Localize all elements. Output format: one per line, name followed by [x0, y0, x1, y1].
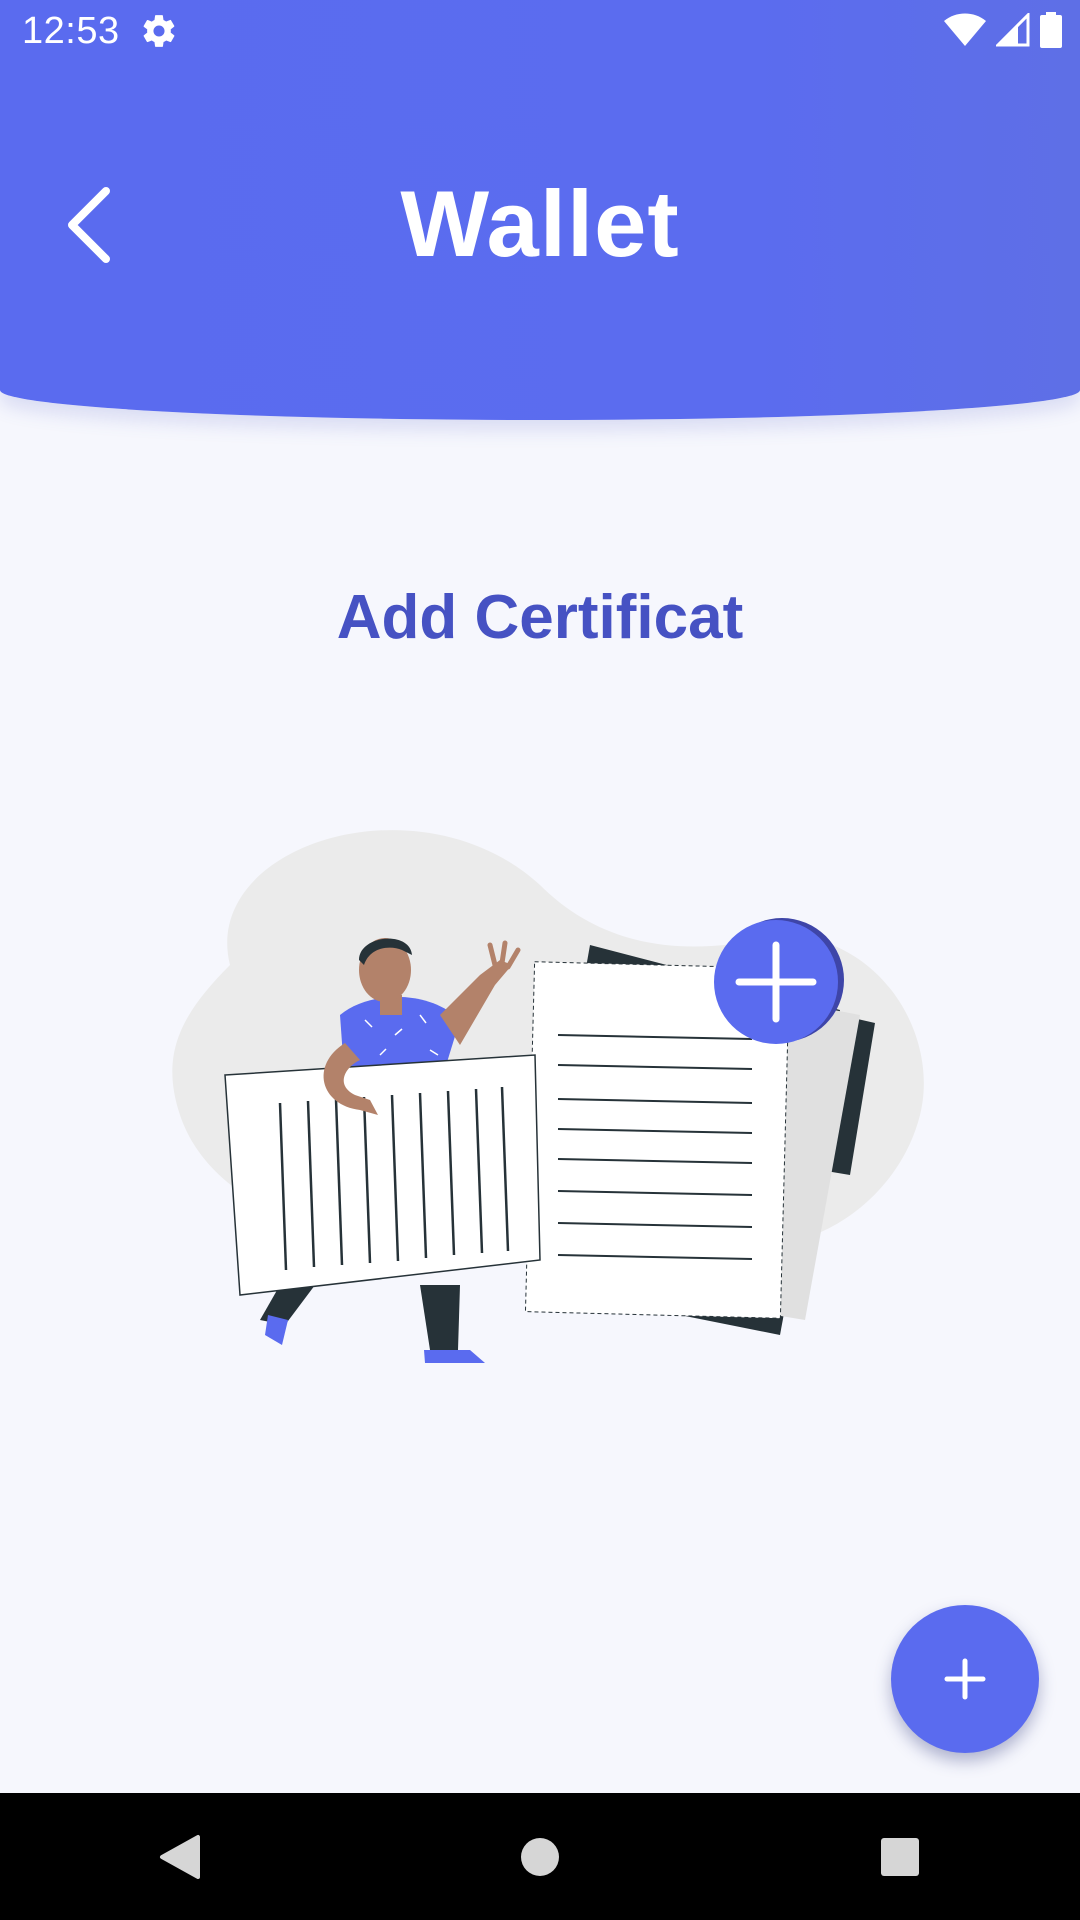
- home-circle-icon: [521, 1837, 559, 1876]
- page-title: Wallet: [400, 171, 680, 276]
- status-icons: [944, 10, 1062, 53]
- recents-square-icon: [881, 1837, 919, 1876]
- status-bar: 12:53: [0, 0, 1080, 64]
- system-nav-bar: [0, 1793, 1080, 1920]
- battery-icon: [1040, 11, 1062, 53]
- nav-back-button[interactable]: [120, 1807, 240, 1907]
- nav-recents-button[interactable]: [840, 1807, 960, 1907]
- add-certificate-fab[interactable]: [891, 1605, 1039, 1753]
- cellular-signal-icon: [994, 10, 1030, 52]
- person-holding-documents-illustration: [140, 815, 940, 1375]
- add-certificate-heading: Add Certificat: [336, 583, 744, 652]
- app-header: 12:53 Wallet: [0, 0, 1080, 420]
- back-triangle-icon: [160, 1834, 200, 1879]
- nav-home-button[interactable]: [480, 1807, 600, 1907]
- status-time: 12:53: [22, 10, 120, 52]
- settings-icon: [140, 12, 178, 50]
- wifi-icon: [944, 13, 986, 52]
- plus-icon: [944, 1658, 986, 1700]
